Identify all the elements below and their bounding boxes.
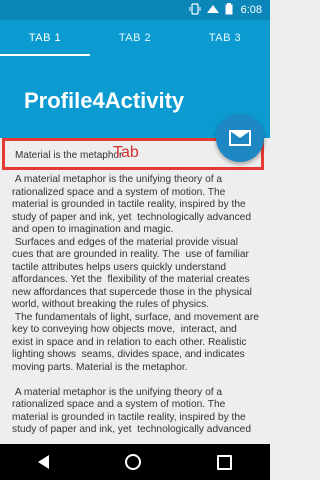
- clock: 6:08: [240, 4, 262, 16]
- vibrate-icon: [189, 2, 201, 18]
- status-bar: 6:08: [0, 0, 270, 20]
- navigation-bar: [0, 444, 270, 480]
- home-icon[interactable]: [125, 454, 141, 470]
- signal-icon: [206, 3, 219, 18]
- inner-tab-label[interactable]: Material is the metaphor: [15, 150, 122, 161]
- battery-icon: [225, 2, 233, 18]
- tab-indicator: [0, 54, 90, 56]
- status-icons: [189, 2, 233, 18]
- recent-apps-icon[interactable]: [217, 454, 232, 470]
- mail-button[interactable]: [216, 114, 264, 162]
- tab-2[interactable]: TAB 2: [90, 32, 180, 44]
- tab-3[interactable]: TAB 3: [180, 32, 270, 44]
- back-icon[interactable]: [38, 455, 49, 469]
- tab-1[interactable]: TAB 1: [0, 32, 90, 44]
- tab-strip: TAB 1 TAB 2 TAB 3: [0, 20, 270, 56]
- page-title: Profile4Activity: [24, 88, 185, 113]
- mail-icon: [229, 130, 251, 146]
- outline-caption: Tab: [113, 144, 139, 161]
- content-text: A material metaphor is the unifying theo…: [12, 174, 259, 435]
